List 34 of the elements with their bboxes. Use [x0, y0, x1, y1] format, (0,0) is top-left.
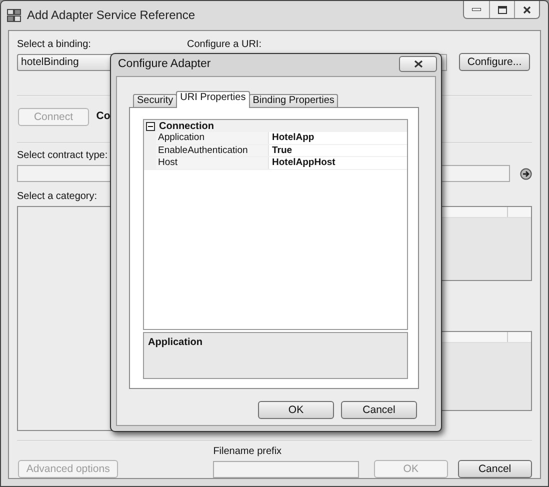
minimize-icon: [472, 8, 481, 11]
tab[interactable]: Binding Properties: [248, 94, 338, 107]
app-icon: [7, 8, 21, 22]
tab[interactable]: URI Properties: [176, 91, 250, 108]
ok-button[interactable]: OK: [258, 401, 334, 419]
category-label: Select a category:: [17, 190, 98, 204]
contract-label: Select contract type:: [17, 149, 108, 162]
window-title: Add Adapter Service Reference: [27, 7, 196, 24]
property-row[interactable]: Host HotelAppHost: [144, 157, 407, 170]
property-value[interactable]: True: [269, 144, 407, 156]
close-icon: [414, 60, 422, 68]
description-title: Application: [148, 337, 202, 348]
arrow-circle-icon[interactable]: [520, 168, 532, 180]
uri-label: Configure a URI:: [187, 38, 262, 52]
filename-prefix-label: Filename prefix: [213, 445, 282, 458]
close-icon: [523, 6, 531, 14]
property-name: Host: [156, 157, 269, 168]
tab[interactable]: Security: [133, 94, 178, 107]
collapse-icon[interactable]: [146, 122, 155, 130]
close-button[interactable]: [399, 56, 437, 72]
maximize-icon: [498, 6, 506, 14]
binding-label: Select a binding:: [17, 38, 91, 52]
property-name: Application: [156, 132, 269, 144]
category-heading: Connection: [159, 120, 214, 133]
cancel-button[interactable]: Cancel: [458, 460, 532, 478]
status-text: Co: [96, 109, 110, 124]
cancel-button[interactable]: Cancel: [341, 401, 417, 419]
property-name: EnableAuthentication: [156, 144, 269, 156]
property-value[interactable]: HotelApp: [269, 132, 407, 144]
property-row[interactable]: EnableAuthentication True: [144, 144, 407, 157]
property-value[interactable]: HotelAppHost: [269, 157, 407, 168]
configure-button[interactable]: Configure...: [459, 53, 530, 71]
property-row[interactable]: Application HotelApp: [144, 132, 407, 144]
filename-prefix-field[interactable]: [213, 461, 360, 478]
